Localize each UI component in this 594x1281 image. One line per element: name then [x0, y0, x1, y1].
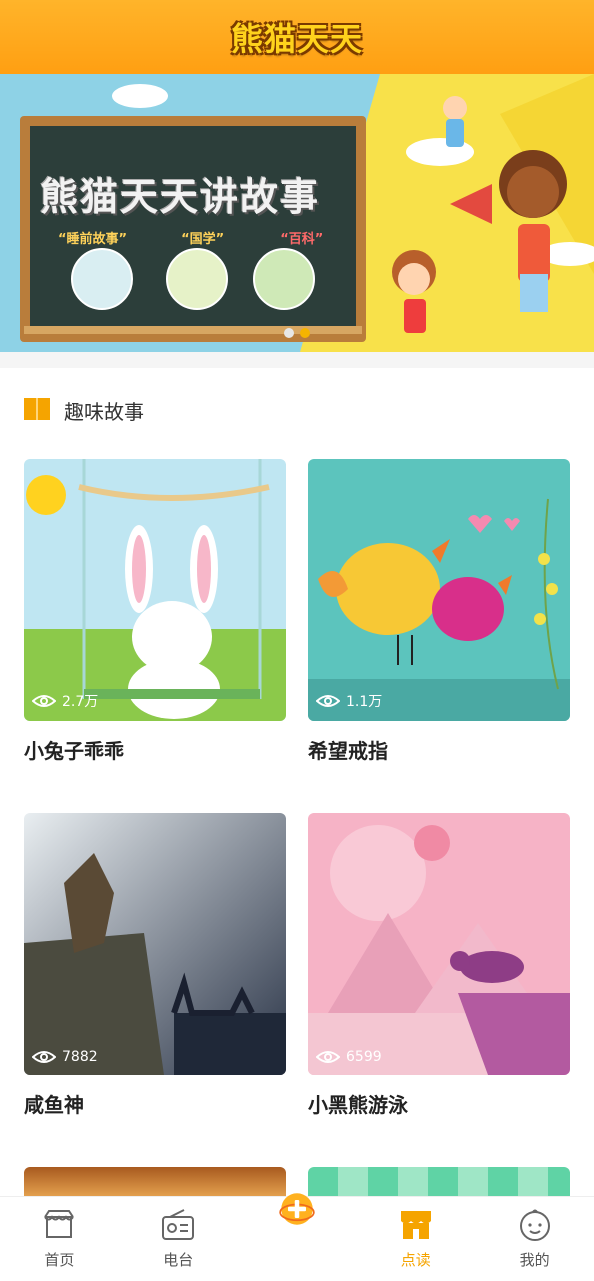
- carousel-indicator: [0, 328, 594, 338]
- section-header: 趣味故事: [24, 394, 144, 426]
- forest-illustration: [24, 813, 286, 1075]
- story-thumbnail[interactable]: 7882: [24, 813, 286, 1075]
- section-title: 趣味故事: [64, 399, 144, 424]
- carousel-dot[interactable]: [284, 328, 294, 338]
- story-thumbnail[interactable]: 6599: [308, 813, 570, 1075]
- story-thumbnail-partial[interactable]: [308, 1167, 570, 1197]
- app-header: 熊猫天天: [0, 0, 594, 74]
- tab-label: 我的: [519, 1251, 550, 1269]
- eye-icon: [32, 695, 56, 707]
- banner-category-label: “睡前故事”: [58, 232, 128, 247]
- book-icon: [24, 398, 50, 420]
- banner-category-label: “国学”: [181, 232, 225, 247]
- tab-label: 首页: [44, 1251, 75, 1269]
- birds-illustration: [308, 459, 570, 721]
- view-count-text: 6599: [346, 1049, 382, 1065]
- radio-icon: [162, 1209, 195, 1240]
- story-card[interactable]: 6599 小黑熊游泳: [308, 813, 570, 1118]
- view-count-text: 7882: [62, 1049, 98, 1065]
- banner-category-labels: “睡前故事” “国学” “百科”: [58, 228, 323, 247]
- tab-mine[interactable]: 我的: [475, 1197, 594, 1281]
- bottom-tab-bar: 首页 电台 点读 我的: [0, 1193, 594, 1281]
- carousel-dot-active[interactable]: [300, 328, 310, 338]
- eye-icon: [316, 1051, 340, 1063]
- story-title[interactable]: 希望戒指: [308, 735, 570, 764]
- baby-face-icon: [519, 1209, 550, 1241]
- story-card-partial[interactable]: [308, 1167, 570, 1197]
- view-count: 7882: [32, 1049, 98, 1065]
- tab-read[interactable]: 点读: [356, 1197, 475, 1281]
- story-title[interactable]: 咸鱼神: [24, 1089, 286, 1118]
- story-thumbnail[interactable]: 1.1万: [308, 459, 570, 721]
- eye-icon: [316, 695, 340, 707]
- story-thumbnail[interactable]: 2.7万: [24, 459, 286, 721]
- tab-home[interactable]: 首页: [0, 1197, 119, 1281]
- story-card[interactable]: 2.7万 小兔子乖乖: [24, 459, 286, 764]
- view-count: 2.7万: [32, 691, 98, 711]
- view-count-text: 1.1万: [346, 694, 383, 710]
- banner-headline: 熊猫天天讲故事: [40, 175, 321, 219]
- shop-icon: [44, 1210, 75, 1238]
- app-title: 熊猫天天: [230, 20, 363, 58]
- view-count: 6599: [316, 1049, 382, 1065]
- view-count: 1.1万: [316, 691, 382, 711]
- rabbit-illustration: [24, 459, 286, 721]
- tab-radio[interactable]: 电台: [119, 1197, 238, 1281]
- story-thumbnail-partial[interactable]: [24, 1167, 286, 1197]
- store-icon: [400, 1211, 431, 1239]
- story-card-partial[interactable]: [24, 1167, 286, 1197]
- bear-illustration: [308, 813, 570, 1075]
- eye-icon: [32, 1051, 56, 1063]
- tab-label: 点读: [400, 1251, 431, 1269]
- tab-label: 电台: [163, 1251, 194, 1269]
- tab-add[interactable]: [238, 1193, 357, 1281]
- view-count-text: 2.7万: [62, 694, 99, 710]
- banner-carousel[interactable]: 熊猫天天讲故事 “睡前故事” “国学” “百科”: [0, 74, 594, 352]
- add-icon: [279, 1193, 315, 1225]
- story-title[interactable]: 小兔子乖乖: [24, 735, 286, 764]
- story-title[interactable]: 小黑熊游泳: [308, 1089, 570, 1118]
- banner-category-label: “百科”: [280, 232, 324, 247]
- story-card[interactable]: 1.1万 希望戒指: [308, 459, 570, 764]
- section-divider: [0, 352, 594, 368]
- story-card[interactable]: 7882 咸鱼神: [24, 813, 286, 1118]
